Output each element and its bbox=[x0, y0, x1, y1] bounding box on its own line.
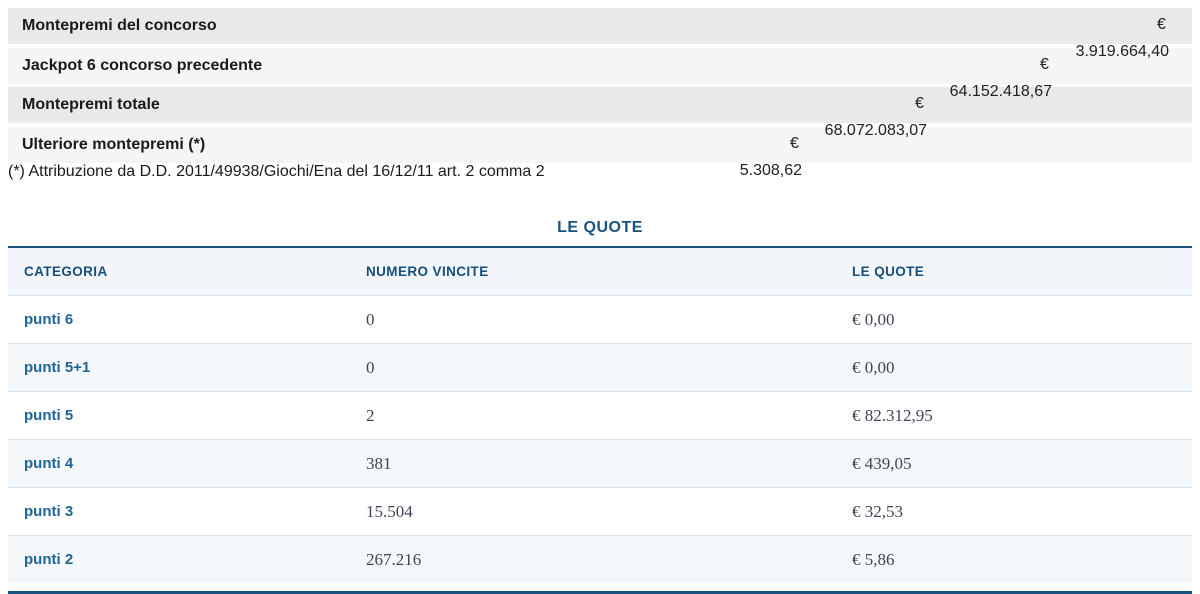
table-row-punti-2: punti 2 267.216 € 5,86 bbox=[8, 535, 1192, 583]
euro-symbol: € bbox=[915, 95, 924, 112]
table-row-punti-3: punti 3 15.504 € 32,53 bbox=[8, 487, 1192, 535]
table-row-punti-6: punti 6 0 € 0,00 bbox=[8, 295, 1192, 343]
summary-row-value: 64.152.418,67 bbox=[949, 82, 1052, 100]
table-row-punti-5: punti 5 2 € 82.312,95 bbox=[8, 391, 1192, 439]
summary-row-value: 3.919.664,40 bbox=[1075, 43, 1169, 60]
categoria-link[interactable]: punti 4 bbox=[24, 455, 73, 472]
categoria-link[interactable]: punti 5 bbox=[24, 407, 73, 424]
quota-value: € 82.312,95 bbox=[852, 405, 933, 425]
euro-symbol: € bbox=[1040, 55, 1049, 73]
table-row-punti-4: punti 4 381 € 439,05 bbox=[8, 439, 1192, 487]
quota-value: € 0,00 bbox=[852, 309, 895, 329]
categoria-link[interactable]: punti 6 bbox=[24, 311, 73, 328]
summary-row-value: 68.072.083,07 bbox=[824, 122, 927, 139]
summary-row-label: Montepremi totale bbox=[22, 96, 160, 113]
summary-row-label: Montepremi del concorso bbox=[22, 17, 217, 34]
categoria-link[interactable]: punti 3 bbox=[24, 503, 73, 520]
le-quote-title: LE QUOTE bbox=[557, 219, 643, 236]
summary-row-label: Jackpot 6 concorso precedente bbox=[22, 56, 263, 74]
numero-vincite-value: 2 bbox=[366, 405, 375, 425]
numero-vincite-value: 381 bbox=[366, 453, 392, 473]
categoria-link[interactable]: punti 2 bbox=[24, 551, 73, 568]
quota-value: € 439,05 bbox=[852, 453, 912, 473]
quota-value: € 5,86 bbox=[852, 549, 895, 569]
numero-vincite-value: 0 bbox=[366, 309, 375, 329]
categoria-link[interactable]: punti 5+1 bbox=[24, 359, 90, 376]
montepremi-summary: Montepremi del concorso € 3.919.664,40 J… bbox=[0, 0, 1200, 180]
column-header-le-quote: LE QUOTE bbox=[852, 264, 925, 279]
numero-vincite-value: 267.216 bbox=[366, 549, 422, 569]
summary-row-jackpot-precedente: Jackpot 6 concorso precedente € 64.152.4… bbox=[8, 47, 1192, 100]
column-header-numero-vincite: NUMERO VINCITE bbox=[366, 264, 489, 279]
attribution-footnote: (*) Attribuzione da D.D. 2011/49938/Gioc… bbox=[8, 163, 545, 180]
quota-value: € 32,53 bbox=[852, 501, 903, 521]
summary-row-label: Ulteriore montepremi (*) bbox=[22, 135, 206, 153]
quota-value: € 0,00 bbox=[852, 357, 895, 377]
euro-symbol: € bbox=[1157, 16, 1166, 33]
table-header-row: CATEGORIA NUMERO VINCITE LE QUOTE bbox=[8, 248, 1192, 295]
euro-symbol: € bbox=[790, 134, 799, 152]
numero-vincite-value: 15.504 bbox=[366, 501, 413, 521]
numero-vincite-value: 0 bbox=[366, 357, 375, 377]
table-row-punti-5plus1: punti 5+1 0 € 0,00 bbox=[8, 343, 1192, 391]
column-header-categoria: CATEGORIA bbox=[24, 264, 108, 279]
le-quote-table: CATEGORIA NUMERO VINCITE LE QUOTE punti … bbox=[8, 246, 1192, 583]
summary-row-montepremi-concorso: Montepremi del concorso € 3.919.664,40 bbox=[8, 8, 1192, 60]
summary-row-value: 5.308,62 bbox=[739, 161, 802, 179]
summary-row-ulteriore-montepremi: Ulteriore montepremi (*) € 5.308,62 bbox=[8, 126, 1192, 179]
